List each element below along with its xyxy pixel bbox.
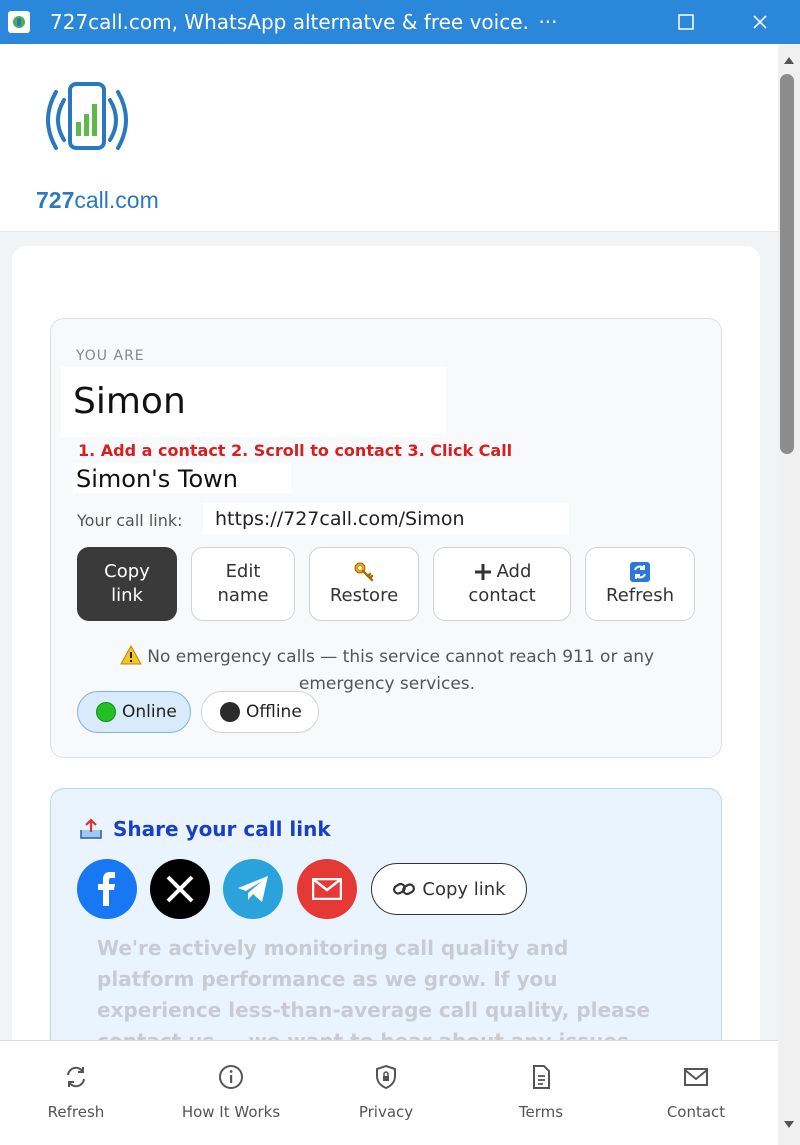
telegram-share-button[interactable] bbox=[223, 859, 283, 919]
shield-icon bbox=[376, 1064, 396, 1090]
window-titlebar: 727call.com, WhatsApp alternatve & free … bbox=[0, 0, 800, 44]
offline-status-button[interactable]: Offline bbox=[201, 691, 319, 733]
bottom-navigation: Refresh How It Works Privacy Terms Conta… bbox=[0, 1040, 778, 1145]
info-icon bbox=[219, 1065, 243, 1089]
restore-label: Restore bbox=[329, 585, 399, 606]
close-button[interactable] bbox=[730, 0, 790, 44]
mail-icon bbox=[684, 1068, 708, 1086]
document-icon bbox=[533, 1065, 550, 1089]
share-panel: Share your call link Copy link We're act… bbox=[50, 788, 722, 1040]
maximize-icon bbox=[678, 14, 694, 30]
add-label-row: Add bbox=[473, 560, 532, 584]
site-logo[interactable]: 727call.com bbox=[30, 74, 170, 214]
refresh-icon bbox=[67, 1066, 85, 1088]
telegram-icon bbox=[238, 876, 268, 902]
emergency-warning: No emergency calls — this service cannot… bbox=[51, 644, 723, 696]
link-chain-icon bbox=[393, 882, 416, 896]
edit-label-line1: Edit bbox=[225, 561, 261, 582]
nav-terms[interactable]: Terms bbox=[471, 1063, 611, 1121]
more-options-button[interactable]: ··· bbox=[518, 0, 578, 44]
edit-name-button[interactable]: Edit name bbox=[191, 547, 295, 621]
call-link-label: Your call link: bbox=[77, 511, 183, 530]
envelope-icon bbox=[312, 878, 342, 900]
warning-line2: emergency services. bbox=[298, 674, 476, 694]
copy-label-line1: Copy bbox=[104, 561, 150, 582]
main-card: YOU ARE Simon 1. Add a contact 2. Scroll… bbox=[12, 246, 760, 1040]
email-share-button[interactable] bbox=[297, 859, 357, 919]
add-label-line1: Add bbox=[496, 561, 532, 582]
maximize-button[interactable] bbox=[656, 0, 716, 44]
share-title-text: Share your call link bbox=[113, 817, 331, 841]
copy-link-pill-button[interactable]: Copy link bbox=[371, 863, 527, 915]
nav-refresh-label: Refresh bbox=[47, 1103, 105, 1121]
add-label-line2: contact bbox=[468, 585, 536, 606]
online-dot-icon bbox=[96, 702, 116, 722]
nav-refresh[interactable]: Refresh bbox=[6, 1063, 146, 1121]
refresh-icon bbox=[629, 560, 651, 584]
site-favicon-icon bbox=[8, 11, 30, 33]
add-contact-button[interactable]: Add contact bbox=[433, 547, 571, 621]
user-name: Simon bbox=[73, 381, 186, 422]
nav-privacy[interactable]: Privacy bbox=[316, 1063, 456, 1121]
page-viewport: 727call.com YOU ARE Simon 1. Add a conta… bbox=[0, 44, 778, 1040]
restore-button[interactable]: Restore bbox=[309, 547, 419, 621]
facebook-icon bbox=[98, 872, 115, 906]
nav-privacy-label: Privacy bbox=[358, 1103, 414, 1121]
key-icon bbox=[353, 560, 375, 584]
nav-how-label: How It Works bbox=[181, 1103, 281, 1121]
close-icon bbox=[753, 15, 767, 29]
scrollbar-thumb[interactable] bbox=[780, 74, 794, 454]
x-logo-icon bbox=[166, 875, 194, 903]
refresh-button[interactable]: Refresh bbox=[585, 547, 695, 621]
offline-dot-icon bbox=[220, 702, 240, 722]
site-header: 727call.com bbox=[0, 44, 778, 232]
nav-contact[interactable]: Contact bbox=[626, 1063, 766, 1121]
copy-label-line2: link bbox=[111, 585, 143, 606]
edit-label-line2: name bbox=[217, 585, 269, 606]
phone-signal-logo-icon bbox=[46, 82, 128, 150]
plus-icon bbox=[474, 564, 491, 580]
warning-line1: No emergency calls — this service cannot… bbox=[147, 647, 655, 667]
share-title: Share your call link bbox=[79, 817, 331, 841]
scroll-down-arrow-icon[interactable] bbox=[778, 1116, 800, 1132]
online-status-button[interactable]: Online bbox=[77, 691, 191, 733]
you-are-label: YOU ARE bbox=[76, 348, 145, 364]
facebook-share-button[interactable] bbox=[77, 859, 137, 919]
copy-link-button[interactable]: Copy link bbox=[77, 547, 177, 621]
profile-panel: YOU ARE Simon 1. Add a contact 2. Scroll… bbox=[50, 318, 722, 758]
call-link-field[interactable]: https://727call.com/Simon bbox=[203, 503, 569, 535]
nav-how-it-works[interactable]: How It Works bbox=[161, 1063, 301, 1121]
scroll-up-arrow-icon[interactable] bbox=[778, 52, 800, 68]
share-upload-icon bbox=[80, 818, 102, 839]
warning-icon bbox=[120, 644, 142, 672]
vertical-scrollbar[interactable] bbox=[778, 44, 800, 1145]
quality-monitoring-notice: We're actively monitoring call quality a… bbox=[97, 936, 651, 1040]
refresh-label: Refresh bbox=[606, 585, 674, 606]
x-share-button[interactable] bbox=[150, 859, 210, 919]
user-town: Simon's Town bbox=[76, 465, 239, 493]
name-field: Simon bbox=[61, 367, 446, 437]
window-title: 727call.com, WhatsApp alternatve & free … bbox=[50, 10, 530, 34]
steps-instructions: 1. Add a contact 2. Scroll to contact 3.… bbox=[78, 441, 513, 460]
logo-wordmark: 727call.com bbox=[36, 187, 159, 213]
nav-terms-label: Terms bbox=[518, 1103, 564, 1121]
offline-label: Offline bbox=[246, 702, 302, 722]
town-field: Simon's Town bbox=[73, 463, 291, 493]
nav-contact-label: Contact bbox=[666, 1103, 726, 1121]
call-link-value: https://727call.com/Simon bbox=[215, 508, 465, 530]
online-label: Online bbox=[122, 702, 177, 722]
copy-link-label: Copy link bbox=[422, 878, 506, 900]
